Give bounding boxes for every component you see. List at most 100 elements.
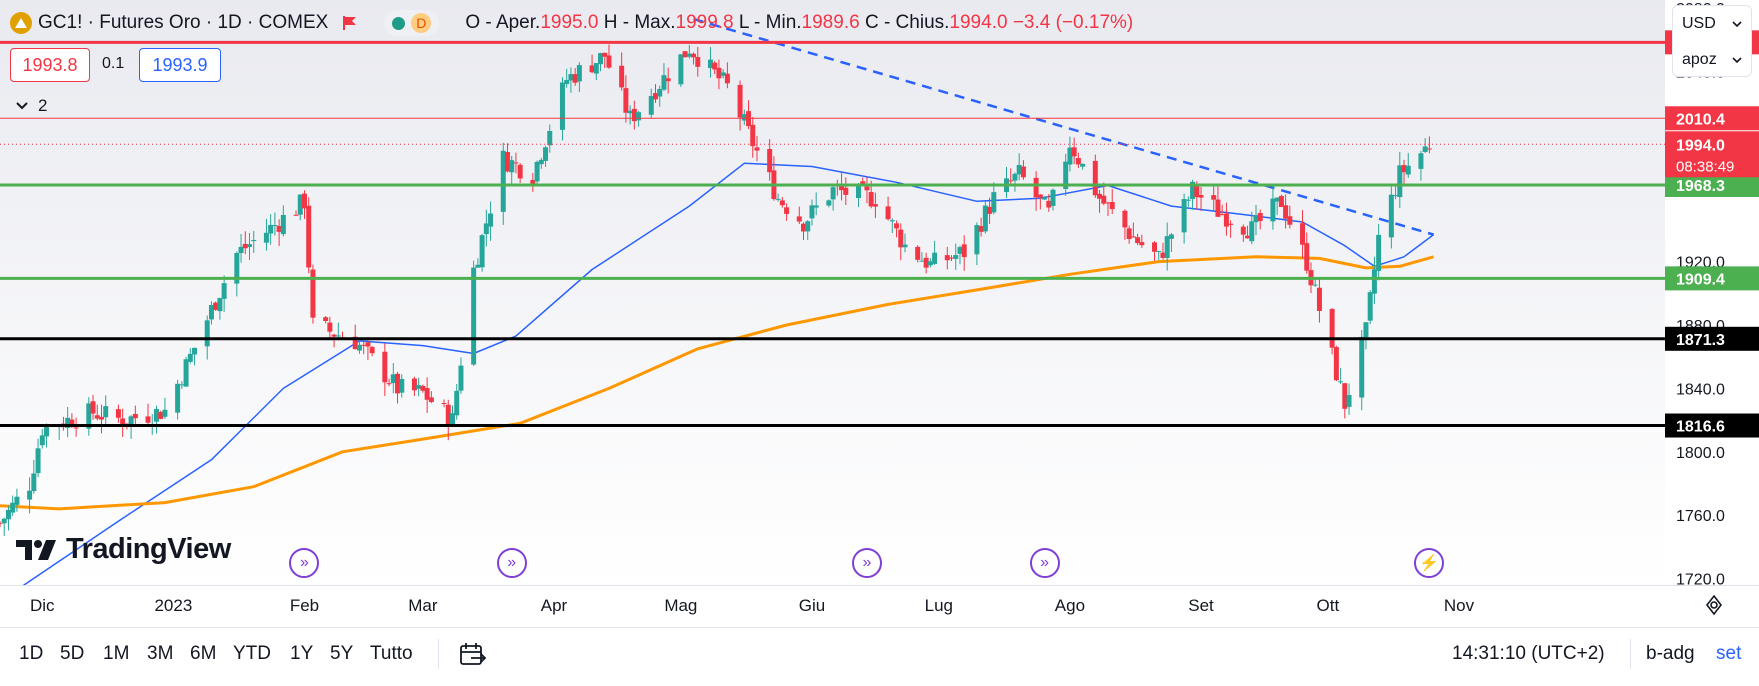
bearish-candle bbox=[517, 163, 523, 184]
logo-text: TradingView bbox=[66, 533, 231, 565]
bearish-candle bbox=[885, 196, 891, 221]
level-label: 1909.4 bbox=[1676, 271, 1725, 288]
bullish-candle bbox=[247, 232, 253, 261]
candle-body bbox=[961, 244, 967, 258]
candle-body bbox=[889, 220, 895, 222]
candle-body bbox=[826, 200, 832, 206]
bullish-candle bbox=[175, 379, 181, 420]
adjustment-toggle[interactable]: b-adg bbox=[1646, 643, 1695, 665]
candle-body bbox=[606, 55, 612, 68]
candle-body bbox=[35, 448, 41, 474]
bullish-candle bbox=[458, 357, 464, 394]
indicator-status-pill[interactable]: D bbox=[384, 10, 440, 36]
candle-body bbox=[796, 216, 802, 222]
candle-body bbox=[90, 401, 96, 414]
candle-body bbox=[44, 425, 50, 437]
bearish-candle bbox=[1033, 171, 1039, 211]
event-icon[interactable]: » bbox=[1029, 548, 1060, 578]
candle-body bbox=[775, 198, 781, 200]
time-axis[interactable] bbox=[0, 585, 1759, 628]
price-chart[interactable] bbox=[0, 0, 1665, 585]
calendar-range-icon[interactable] bbox=[457, 640, 487, 670]
candle-body bbox=[1156, 251, 1162, 253]
timeframe-button[interactable]: 5Y bbox=[330, 643, 353, 665]
candle-body bbox=[1249, 221, 1255, 242]
candle-body bbox=[1228, 223, 1234, 225]
bearish-candle bbox=[424, 377, 430, 413]
bullish-candle bbox=[263, 218, 269, 251]
candle-body bbox=[1185, 199, 1191, 201]
candle-body bbox=[31, 473, 37, 492]
bearish-candle bbox=[619, 52, 625, 91]
bullish-candle bbox=[661, 63, 667, 91]
currency-dropdown[interactable]: USD bbox=[1673, 6, 1751, 42]
sell-price-button[interactable]: 1993.8 bbox=[10, 48, 90, 82]
x-tick-label: Mar bbox=[408, 596, 438, 615]
gold-symbol-icon[interactable] bbox=[10, 12, 32, 34]
settings-icon[interactable] bbox=[1702, 593, 1726, 617]
y-tick-label: 1720.0 bbox=[1676, 572, 1725, 585]
bearish-candle bbox=[1152, 241, 1158, 261]
candle-body bbox=[657, 88, 663, 97]
bullish-candle bbox=[217, 297, 223, 320]
candle-body bbox=[365, 342, 371, 347]
scale-mode-label: apoz bbox=[1682, 51, 1717, 68]
bearish-candle bbox=[1109, 188, 1115, 215]
candle-body bbox=[479, 235, 485, 268]
candle-body bbox=[280, 214, 286, 235]
candle-body bbox=[1, 518, 7, 524]
candle-body bbox=[293, 214, 299, 216]
candle-body bbox=[382, 351, 388, 383]
timeframe-button[interactable]: 5D bbox=[60, 643, 84, 665]
tradingview-logo[interactable]: TradingView bbox=[16, 533, 231, 566]
moving-average-line bbox=[22, 162, 1435, 585]
candle-body bbox=[1346, 395, 1352, 407]
candle-body bbox=[1287, 216, 1293, 225]
candle-body bbox=[488, 213, 494, 227]
bearish-candle bbox=[915, 245, 921, 263]
event-icon[interactable]: » bbox=[851, 548, 882, 578]
candle-body bbox=[1092, 160, 1098, 196]
event-icon[interactable]: » bbox=[496, 548, 527, 578]
candle-body bbox=[543, 147, 549, 161]
bearish-candle bbox=[1215, 185, 1221, 218]
bullish-candle bbox=[1418, 150, 1424, 181]
candle-body bbox=[1367, 292, 1373, 321]
clock-timezone[interactable]: 14:31:10 (UTC+2) bbox=[1452, 643, 1605, 665]
candle-body bbox=[991, 192, 997, 213]
price-scale[interactable]: 1720.01760.01800.01840.01880.01920.02040… bbox=[1665, 0, 1759, 585]
candle-body bbox=[864, 186, 870, 191]
settlement-toggle[interactable]: set bbox=[1716, 643, 1741, 665]
collapse-indicators-toggle[interactable]: 2 bbox=[16, 96, 47, 116]
candle-body bbox=[576, 65, 582, 82]
x-tick-label: Apr bbox=[540, 596, 568, 615]
currency-selector[interactable]: USD apoz bbox=[1672, 5, 1752, 77]
timeframe-button[interactable]: 1Y bbox=[290, 643, 313, 665]
y-tick-label: 1800.0 bbox=[1676, 445, 1725, 462]
candle-body bbox=[310, 269, 316, 318]
x-tick-label: Mag bbox=[664, 596, 698, 615]
candle-body bbox=[14, 496, 20, 505]
bearish-candle bbox=[779, 196, 785, 208]
symbol-title[interactable]: GC1! · Futures Oro · 1D · COMEX bbox=[38, 12, 328, 34]
bullish-candle bbox=[479, 233, 485, 272]
candle-body bbox=[1012, 173, 1018, 181]
buy-price-button[interactable]: 1993.9 bbox=[139, 48, 221, 82]
candle-body bbox=[221, 283, 227, 299]
timeframe-button[interactable]: 3M bbox=[147, 643, 173, 665]
bullish-candle bbox=[1012, 172, 1018, 192]
scale-mode-dropdown[interactable]: apoz bbox=[1673, 42, 1751, 78]
timeframe-button[interactable]: 1D bbox=[19, 643, 43, 665]
candle-body bbox=[619, 65, 625, 88]
candle-body bbox=[1042, 197, 1048, 200]
timeframe-button[interactable]: 6M bbox=[190, 643, 216, 665]
chart-pane[interactable] bbox=[0, 0, 1665, 585]
timeframe-button[interactable]: Tutto bbox=[370, 643, 413, 665]
candle-body bbox=[1300, 223, 1306, 245]
candle-body bbox=[1371, 269, 1377, 294]
flag-icon[interactable] bbox=[342, 15, 358, 31]
candle-body bbox=[1405, 165, 1411, 175]
bearish-candle bbox=[1333, 345, 1339, 382]
timeframe-button[interactable]: 1M bbox=[103, 643, 129, 665]
timeframe-button[interactable]: YTD bbox=[233, 643, 271, 665]
